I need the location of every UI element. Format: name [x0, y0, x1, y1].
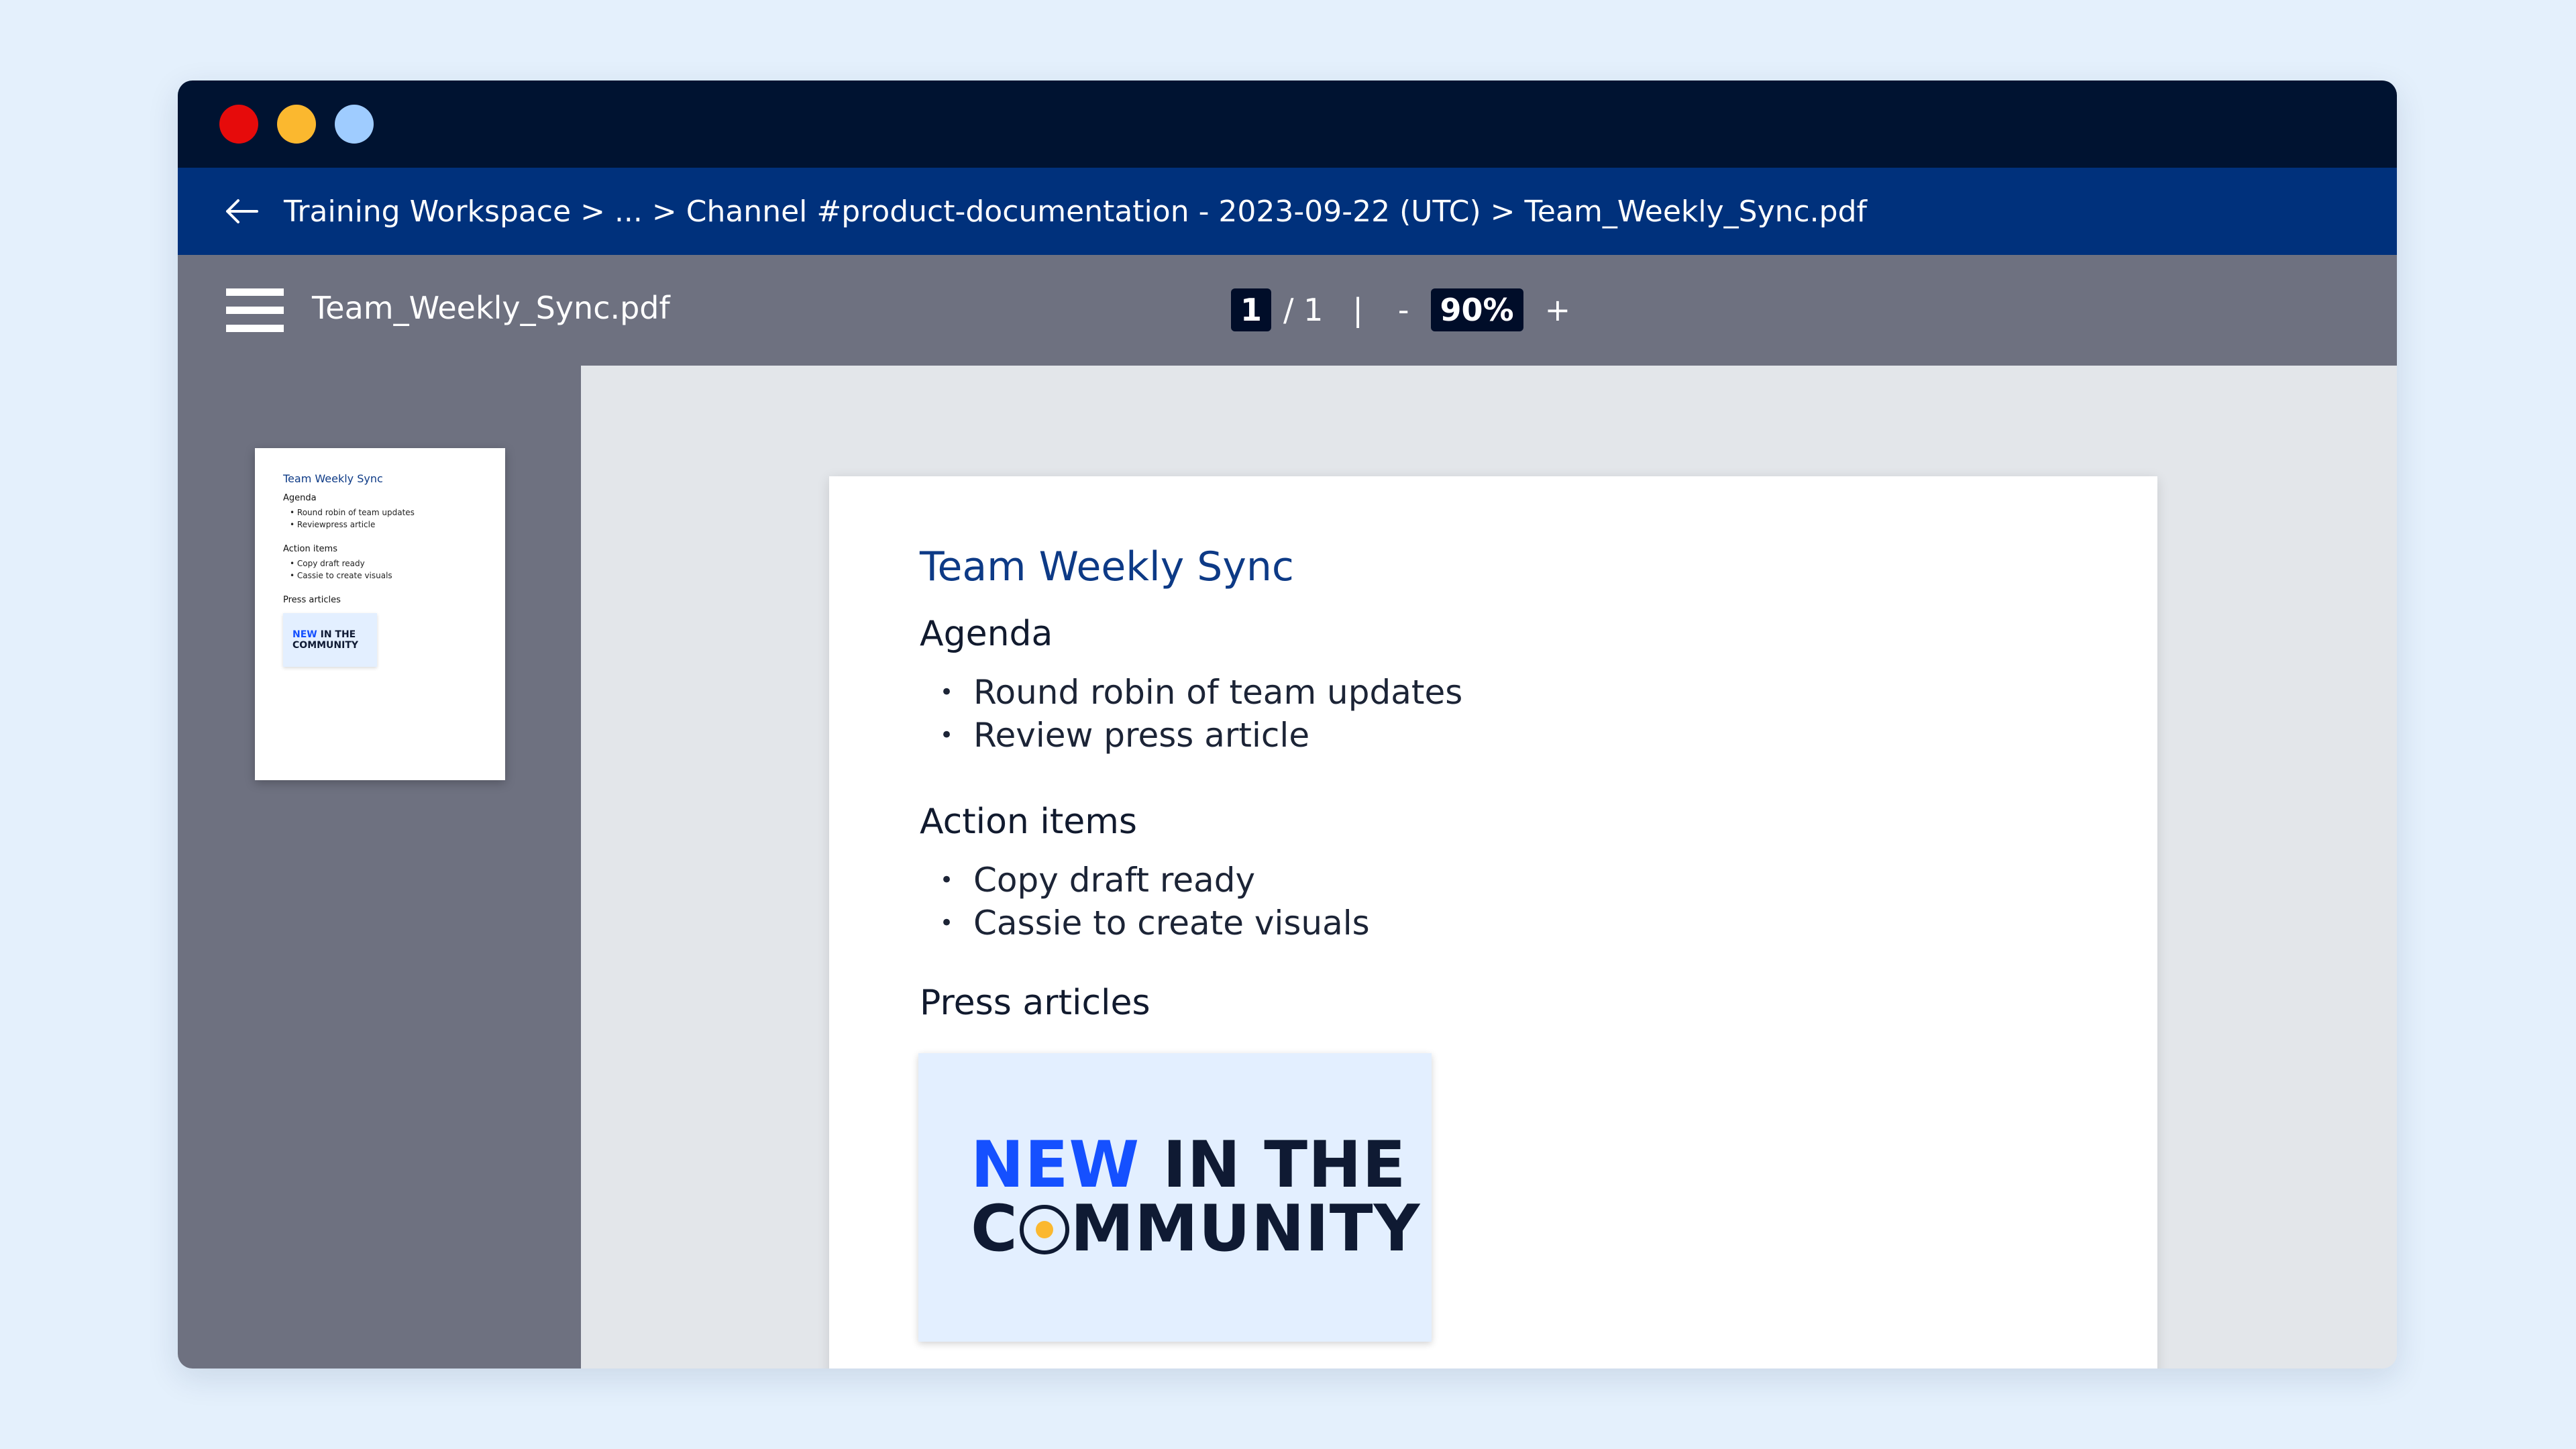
- action-items-heading: Action items: [920, 802, 1137, 842]
- toolbar-filename: Team_Weekly_Sync.pdf: [312, 290, 670, 326]
- document-viewer[interactable]: Team Weekly Sync Agenda Round robin of t…: [581, 366, 2397, 1368]
- thumbnail-sidebar: Team Weekly Sync Agenda • Round robin of…: [178, 366, 581, 1368]
- pdf-page: Team Weekly Sync Agenda Round robin of t…: [829, 476, 2157, 1368]
- press-image-line2: C MMUNITY: [971, 1192, 1421, 1266]
- page-thumbnail[interactable]: Team Weekly Sync Agenda • Round robin of…: [255, 448, 505, 780]
- pdf-toolbar: Team_Weekly_Sync.pdf 1 / 1 | - 90% +: [178, 255, 2397, 366]
- back-arrow-icon[interactable]: [223, 198, 258, 225]
- thumb-title: Team Weekly Sync: [283, 472, 383, 485]
- community-logo-icon: [1019, 1205, 1069, 1254]
- press-articles-heading: Press articles: [920, 983, 1150, 1023]
- list-item: Review press article: [940, 714, 1462, 757]
- press-image-line1: NEW IN THE: [971, 1128, 1407, 1202]
- list-item: Cassie to create visuals: [940, 902, 1370, 945]
- thumb-agenda-heading: Agenda: [283, 493, 317, 503]
- zoom-in-button[interactable]: +: [1540, 292, 1576, 328]
- thumb-press-heading: Press articles: [283, 595, 341, 605]
- document-title: Team Weekly Sync: [920, 543, 1294, 590]
- action-items-list: Copy draft ready Cassie to create visual…: [940, 859, 1370, 945]
- thumb-list-item: • Round robin of team updates: [290, 508, 415, 517]
- list-item: Copy draft ready: [940, 859, 1370, 902]
- agenda-list: Round robin of team updates Review press…: [940, 671, 1462, 757]
- zoom-out-button[interactable]: -: [1393, 292, 1415, 328]
- thumb-press-image: NEW IN THE COMMUNITY: [283, 613, 377, 667]
- thumb-list-item: • Copy draft ready: [290, 559, 365, 568]
- minimize-window-button[interactable]: [277, 105, 316, 144]
- list-item: Round robin of team updates: [940, 671, 1462, 714]
- thumb-action-heading: Action items: [283, 544, 337, 554]
- title-bar: [178, 80, 2397, 168]
- app-window: Training Workspace > ... > Channel #prod…: [178, 80, 2397, 1368]
- thumb-list-item: • Reviewpress article: [290, 520, 376, 529]
- zoom-level[interactable]: 90%: [1430, 288, 1523, 331]
- agenda-heading: Agenda: [920, 614, 1053, 654]
- breadcrumb: Training Workspace > ... > Channel #prod…: [178, 168, 2397, 255]
- current-page-input[interactable]: 1: [1231, 288, 1272, 331]
- press-article-image[interactable]: NEW IN THE C MMUNITY: [918, 1053, 1432, 1342]
- page-total: / 1: [1283, 292, 1324, 328]
- close-window-button[interactable]: [219, 105, 258, 144]
- maximize-window-button[interactable]: [335, 105, 374, 144]
- page-controls: 1 / 1 | - 90% +: [1231, 288, 1576, 331]
- toolbar-separator: |: [1352, 292, 1363, 328]
- menu-icon[interactable]: [226, 288, 284, 333]
- thumb-list-item: • Cassie to create visuals: [290, 571, 392, 580]
- breadcrumb-path[interactable]: Training Workspace > ... > Channel #prod…: [284, 195, 1867, 229]
